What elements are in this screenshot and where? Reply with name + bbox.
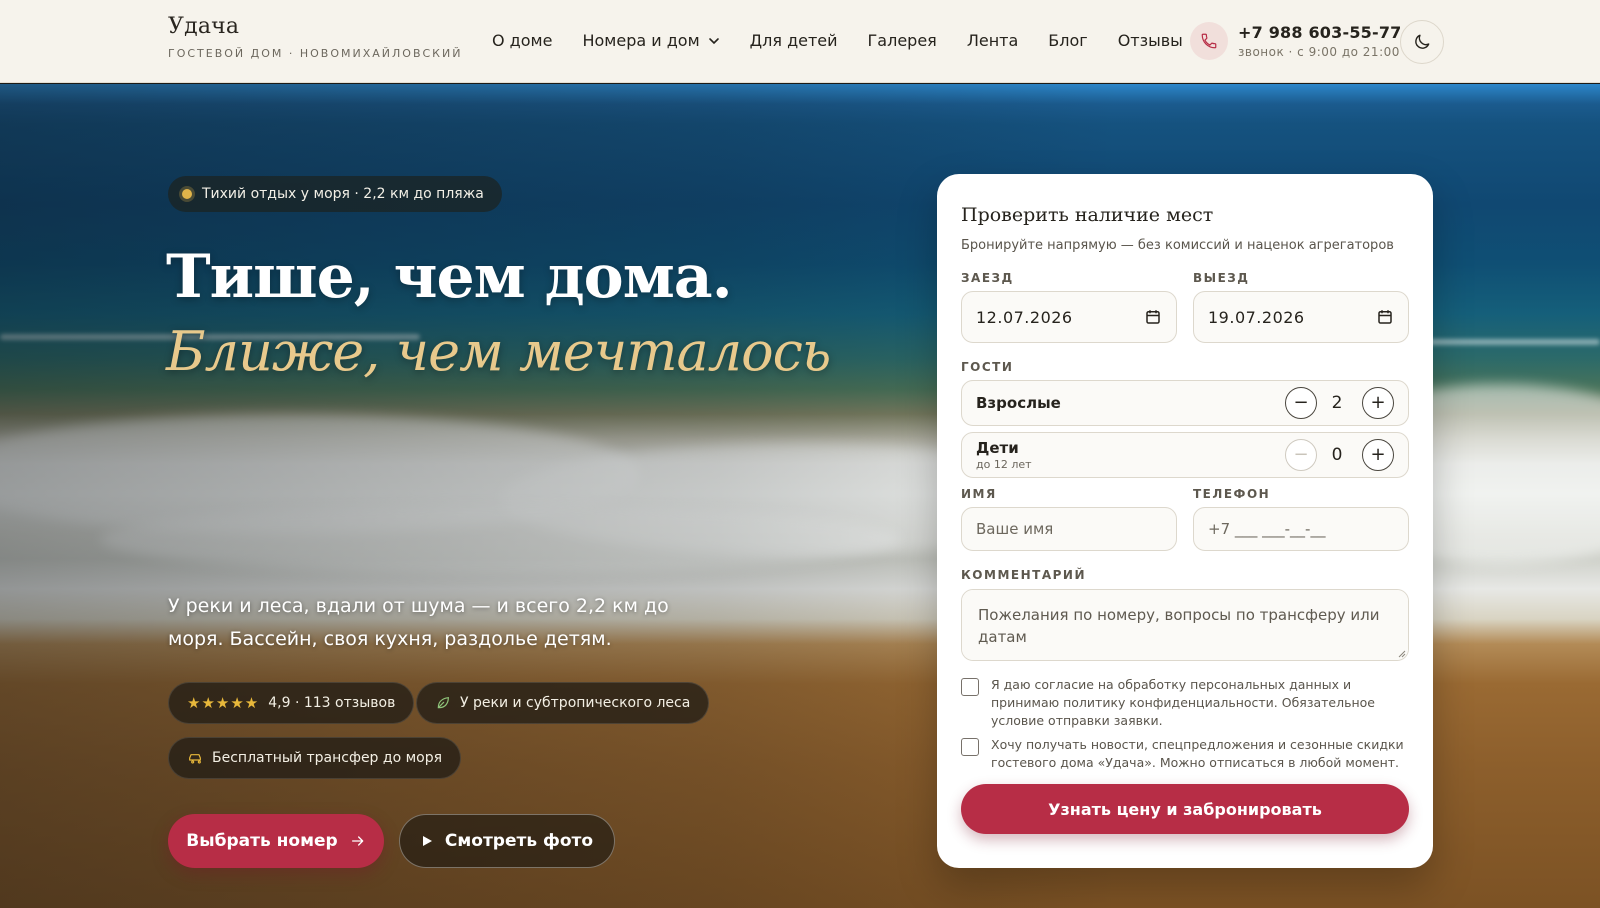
phone-hours: звонок · с 9:00 до 21:00 bbox=[1238, 45, 1400, 59]
main-nav: О доме Номера и дом Для детей Галерея Ле… bbox=[492, 31, 1213, 50]
submit-booking-button[interactable]: Узнать цену и забронировать bbox=[961, 784, 1409, 834]
phone-label: ТЕЛЕФОН bbox=[1193, 487, 1271, 501]
nature-text: У реки и субтропического леса bbox=[460, 695, 691, 711]
checkout-label: ВЫЕЗД bbox=[1193, 271, 1250, 285]
booking-title: Проверить наличие мест bbox=[961, 204, 1214, 226]
nav-item-gallery[interactable]: Галерея bbox=[868, 31, 937, 50]
status-dot-icon bbox=[182, 189, 192, 199]
play-icon bbox=[422, 836, 432, 846]
transfer-chip: Бесплатный трансфер до моря bbox=[168, 737, 462, 779]
consent-checkbox[interactable] bbox=[961, 678, 979, 696]
adults-count: 2 bbox=[1331, 393, 1343, 413]
adults-decrement-button[interactable]: − bbox=[1285, 387, 1317, 419]
booking-card: Проверить наличие мест Бронируйте напрям… bbox=[937, 174, 1433, 868]
checkin-date-value: 12.07.2026 bbox=[976, 307, 1073, 327]
kids-label: Дети bbox=[976, 439, 1019, 457]
nature-chip: У реки и субтропического леса bbox=[416, 682, 710, 724]
hero-title-accent: Ближе, чем мечталось bbox=[166, 320, 831, 383]
rating-text: 4,9 · 113 отзывов bbox=[268, 695, 396, 711]
newsletter-row: Хочу получать новости, спецпредложения и… bbox=[961, 736, 1409, 772]
car-icon bbox=[187, 750, 203, 766]
nav-item-reviews[interactable]: Отзывы bbox=[1118, 31, 1183, 50]
kids-row: Дети до 12 лет − 0 + bbox=[961, 432, 1409, 478]
calendar-icon bbox=[1146, 310, 1160, 324]
adults-label: Взрослые bbox=[976, 394, 1061, 412]
brand-subtitle: ГОСТЕВОЙ ДОМ · НОВОМИХАЙЛОВСКИЙ bbox=[168, 47, 463, 60]
resize-grip-icon[interactable] bbox=[1398, 650, 1406, 658]
theme-toggle-button[interactable] bbox=[1400, 20, 1444, 64]
transfer-text: Бесплатный трансфер до моря bbox=[212, 750, 443, 766]
checkin-label: ЗАЕЗД bbox=[961, 271, 1014, 285]
moon-icon bbox=[1415, 34, 1430, 49]
newsletter-text: Хочу получать новости, спецпредложения и… bbox=[991, 737, 1404, 770]
newsletter-checkbox[interactable] bbox=[961, 738, 979, 756]
kids-hint: до 12 лет bbox=[976, 458, 1032, 471]
brand-logo[interactable]: Удача ГОСТЕВОЙ ДОМ · НОВОМИХАЙЛОВСКИЙ bbox=[168, 14, 462, 60]
brand-name: Удача bbox=[168, 14, 240, 39]
calendar-icon bbox=[1378, 310, 1392, 324]
guests-label: ГОСТИ bbox=[961, 360, 1014, 374]
comment-textarea[interactable] bbox=[961, 589, 1409, 661]
hero-badge: Тихий отдых у моря · 2,2 км до пляжа bbox=[168, 176, 502, 212]
choose-room-button[interactable]: Выбрать номер bbox=[168, 814, 384, 868]
choose-room-label: Выбрать номер bbox=[186, 831, 338, 851]
checkin-date-input[interactable]: 12.07.2026 bbox=[961, 291, 1177, 343]
hero-title: Тише, чем дома. bbox=[166, 242, 733, 312]
rating-chip[interactable]: ★★★★★ 4,9 · 113 отзывов bbox=[168, 682, 415, 724]
arrow-right-icon bbox=[351, 836, 364, 846]
phone-number[interactable]: +7 988 603-55-77 bbox=[1238, 23, 1402, 42]
phone-icon bbox=[1190, 22, 1228, 60]
nav-item-about[interactable]: О доме bbox=[492, 31, 552, 50]
nav-item-feed[interactable]: Лента bbox=[967, 31, 1018, 50]
chevron-down-icon bbox=[708, 37, 719, 44]
consent-text: Я даю согласие на обработку персональных… bbox=[991, 677, 1375, 728]
view-photos-label: Смотреть фото bbox=[444, 831, 594, 851]
hero-badge-text: Тихий отдых у моря · 2,2 км до пляжа bbox=[202, 186, 484, 202]
comment-label: КОММЕНТАРИЙ bbox=[961, 568, 1086, 582]
nav-item-blog[interactable]: Блог bbox=[1048, 31, 1087, 50]
hero-lead: У реки и леса, вдали от шума — и всего 2… bbox=[168, 595, 669, 650]
nav-item-rooms[interactable]: Номера и дом bbox=[582, 31, 719, 50]
kids-count: 0 bbox=[1331, 445, 1343, 465]
nav-item-kids[interactable]: Для детей bbox=[750, 31, 838, 50]
phone-contact[interactable]: +7 988 603-55-77 звонок · с 9:00 до 21:0… bbox=[1190, 22, 1402, 60]
leaf-icon bbox=[435, 695, 451, 711]
site-header: Удача ГОСТЕВОЙ ДОМ · НОВОМИХАЙЛОВСКИЙ О … bbox=[0, 0, 1600, 83]
adults-row: Взрослые − 2 + bbox=[961, 380, 1409, 426]
checkout-date-input[interactable]: 19.07.2026 bbox=[1193, 291, 1409, 343]
phone-input[interactable] bbox=[1193, 507, 1409, 551]
adults-increment-button[interactable]: + bbox=[1362, 387, 1394, 419]
name-input[interactable] bbox=[961, 507, 1177, 551]
name-label: ИМЯ bbox=[961, 487, 997, 501]
rating-stars-icon: ★★★★★ bbox=[187, 694, 260, 712]
kids-decrement-button[interactable]: − bbox=[1285, 439, 1317, 471]
booking-subtitle: Бронируйте напрямую — без комиссий и нац… bbox=[961, 238, 1394, 253]
view-photos-button[interactable]: Смотреть фото bbox=[399, 814, 615, 868]
checkout-date-value: 19.07.2026 bbox=[1208, 307, 1305, 327]
kids-increment-button[interactable]: + bbox=[1362, 439, 1394, 471]
nav-item-rooms-label: Номера и дом bbox=[582, 31, 700, 50]
consent-row: Я даю согласие на обработку персональных… bbox=[961, 676, 1409, 730]
